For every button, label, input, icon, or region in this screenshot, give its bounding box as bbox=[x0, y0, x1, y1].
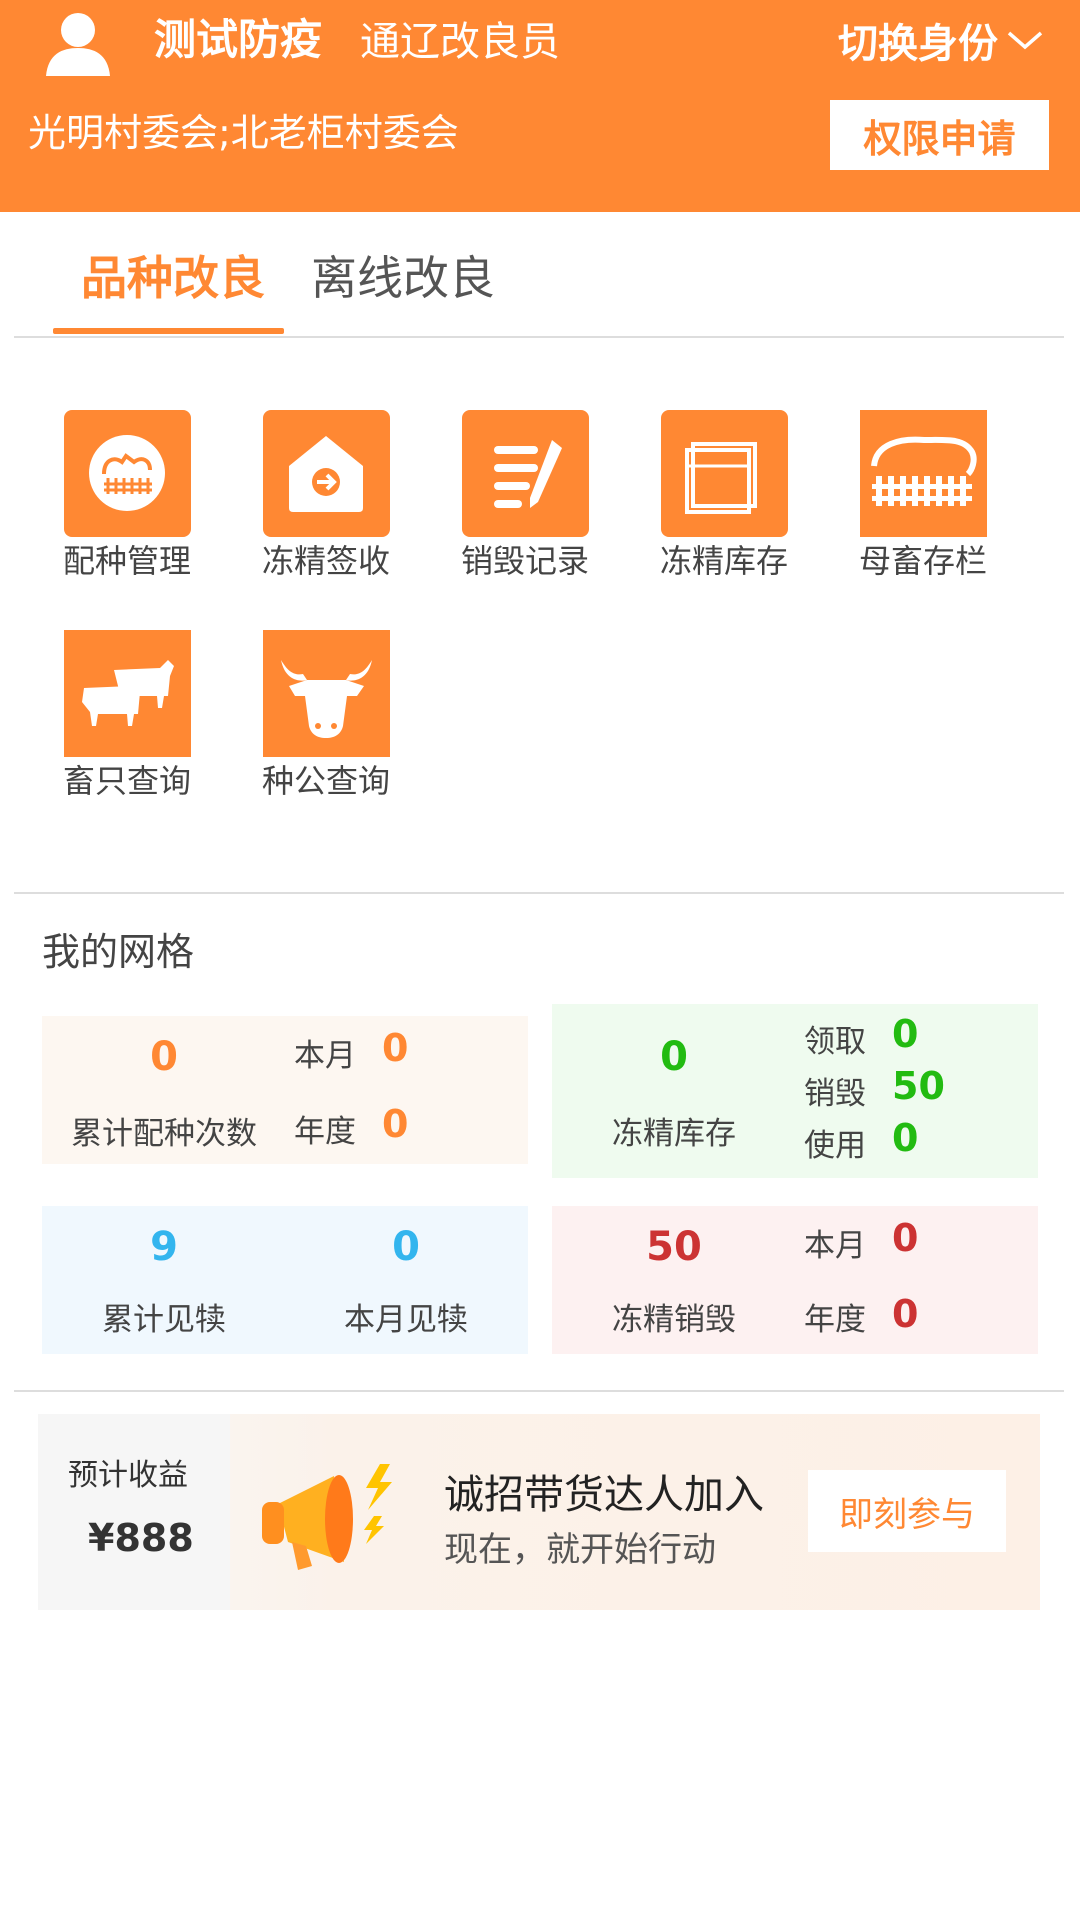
menu-label: 销毁记录 bbox=[460, 542, 589, 580]
grid-section-title: 我的网格 bbox=[42, 930, 195, 974]
menu-breeding-management[interactable]: 配种管理 bbox=[52, 410, 202, 583]
breeding-month-label: 本月 bbox=[294, 1038, 356, 1074]
inventory-box-icon bbox=[660, 410, 788, 537]
destroy-year-label: 年度 bbox=[804, 1302, 866, 1338]
switch-identity-label: 切换身份 bbox=[838, 21, 998, 67]
menu-label: 冻精库存 bbox=[659, 542, 788, 580]
promo-banner[interactable]: 预计收益 ¥888 诚招带货达人加入 现在，就开始行动 即刻参与 bbox=[38, 1414, 1040, 1610]
semen-stock-card[interactable]: 0 冻精库存 领取 0 销毁 50 使用 0 bbox=[552, 1004, 1038, 1178]
join-now-button[interactable]: 即刻参与 bbox=[808, 1470, 1006, 1552]
calving-month-label: 本月见犊 bbox=[344, 1302, 468, 1338]
semen-destroy-label: 冻精销毁 bbox=[612, 1302, 736, 1338]
breeding-year-value: 0 bbox=[382, 1102, 409, 1146]
receive-icon bbox=[262, 410, 390, 537]
user-role: 通辽改良员 bbox=[360, 19, 560, 65]
use-value: 0 bbox=[892, 1116, 919, 1160]
promo-subtitle: 现在，就开始行动 bbox=[444, 1530, 716, 1570]
destroy-year-value: 0 bbox=[892, 1292, 919, 1336]
pen-fence-icon bbox=[859, 410, 987, 537]
section-divider bbox=[14, 1390, 1064, 1392]
megaphone-icon bbox=[262, 1464, 392, 1570]
permission-request-button[interactable]: 权限申请 bbox=[830, 100, 1049, 170]
menu-female-stock[interactable]: 母畜存栏 bbox=[848, 410, 998, 583]
receive-label: 领取 bbox=[804, 1024, 866, 1060]
use-label: 使用 bbox=[804, 1128, 866, 1164]
calving-total-value: 9 bbox=[150, 1224, 178, 1270]
earnings-panel: 预计收益 ¥888 bbox=[38, 1414, 230, 1610]
earnings-label: 预计收益 bbox=[68, 1458, 188, 1493]
menu-label: 种公查询 bbox=[261, 762, 390, 800]
calving-total-label: 累计见犊 bbox=[102, 1302, 226, 1338]
function-menu: 配种管理 冻精签收 销毁记录 冻精库存 母畜存栏 畜只查询 种公查询 bbox=[0, 340, 1080, 892]
bull-head-icon bbox=[262, 630, 390, 757]
breeding-total-label: 累计配种次数 bbox=[71, 1116, 257, 1152]
menu-semen-receive[interactable]: 冻精签收 bbox=[251, 410, 401, 583]
semen-stock-value: 0 bbox=[660, 1034, 688, 1080]
semen-destroy-value: 50 bbox=[646, 1224, 702, 1270]
semen-stock-label: 冻精库存 bbox=[612, 1116, 736, 1152]
destroy-month-value: 0 bbox=[892, 1216, 919, 1260]
menu-bull-query[interactable]: 种公查询 bbox=[251, 630, 401, 803]
breeding-icon bbox=[63, 410, 191, 537]
active-tab-indicator bbox=[53, 328, 284, 334]
menu-label: 配种管理 bbox=[62, 542, 191, 580]
tab-breed-improvement[interactable]: 品种改良 bbox=[81, 248, 265, 308]
calving-card[interactable]: 9 累计见犊 0 本月见犊 bbox=[42, 1206, 528, 1354]
menu-semen-inventory[interactable]: 冻精库存 bbox=[649, 410, 799, 583]
destroy-value: 50 bbox=[892, 1064, 945, 1108]
switch-identity-button[interactable]: 切换身份 bbox=[838, 12, 1044, 68]
section-divider bbox=[14, 892, 1064, 894]
cattle-icon bbox=[63, 630, 191, 757]
menu-label: 冻精签收 bbox=[261, 542, 390, 580]
destroy-label: 销毁 bbox=[804, 1076, 866, 1112]
menu-destroy-record[interactable]: 销毁记录 bbox=[450, 410, 600, 583]
header-bar: 测试防疫 通辽改良员 切换身份 光明村委会;北老柜村委会 权限申请 bbox=[0, 0, 1080, 212]
menu-livestock-query[interactable]: 畜只查询 bbox=[52, 630, 202, 803]
edit-record-icon bbox=[461, 410, 589, 537]
calving-month-value: 0 bbox=[392, 1224, 420, 1270]
destroy-month-label: 本月 bbox=[804, 1228, 866, 1264]
tab-bar: 品种改良 离线改良 bbox=[14, 212, 1064, 338]
breeding-total-value: 0 bbox=[150, 1034, 178, 1080]
semen-destroy-card[interactable]: 50 冻精销毁 本月 0 年度 0 bbox=[552, 1206, 1038, 1354]
chevron-down-icon bbox=[1007, 31, 1043, 50]
breeding-count-card[interactable]: 0 累计配种次数 本月 0 年度 0 bbox=[42, 1016, 528, 1164]
promo-title: 诚招带货达人加入 bbox=[444, 1472, 764, 1518]
menu-label: 畜只查询 bbox=[62, 762, 191, 800]
tab-offline-improvement[interactable]: 离线改良 bbox=[311, 248, 495, 308]
organization-text: 光明村委会;北老柜村委会 bbox=[28, 111, 459, 155]
receive-value: 0 bbox=[892, 1012, 919, 1056]
earnings-amount: ¥888 bbox=[88, 1516, 194, 1560]
user-avatar-icon bbox=[46, 13, 110, 76]
breeding-year-label: 年度 bbox=[294, 1114, 356, 1150]
breeding-month-value: 0 bbox=[382, 1026, 409, 1070]
user-name: 测试防疫 bbox=[154, 15, 323, 64]
menu-label: 母畜存栏 bbox=[858, 542, 987, 580]
